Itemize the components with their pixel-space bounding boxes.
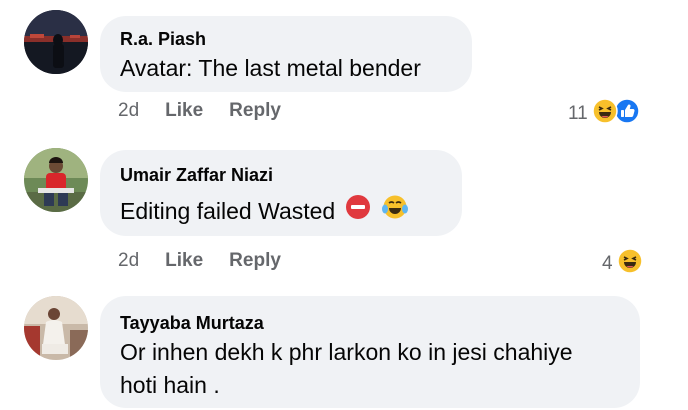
- comment-text: Avatar: The last metal bender: [120, 55, 421, 81]
- comment-author[interactable]: Tayyaba Murtaza: [120, 312, 620, 334]
- avatar[interactable]: [24, 296, 88, 360]
- haha-icon: [591, 98, 618, 130]
- haha-icon: [616, 248, 643, 280]
- comment-author[interactable]: Umair Zaffar Niazi: [120, 164, 442, 186]
- comment-author[interactable]: R.a. Piash: [120, 28, 452, 50]
- reply-button[interactable]: Reply: [229, 100, 281, 122]
- like-button[interactable]: Like: [165, 100, 203, 122]
- comment-timestamp[interactable]: 2d: [118, 100, 139, 122]
- reaction-summary[interactable]: 11: [568, 98, 640, 130]
- like-button[interactable]: Like: [165, 250, 203, 272]
- comment-timestamp[interactable]: 2d: [118, 250, 139, 272]
- laughing-tears-icon: [381, 194, 409, 229]
- comment-actions: 2d Like Reply: [118, 100, 307, 122]
- comment-bubble: R.a. Piash Avatar: The last metal bender: [100, 16, 472, 92]
- no-entry-icon: [345, 194, 371, 229]
- avatar[interactable]: [24, 148, 88, 212]
- comment-text-line: hoti hain .: [120, 372, 220, 398]
- reaction-count: 11: [568, 103, 588, 124]
- comment-bubble: Umair Zaffar Niazi Editing failed Wasted: [100, 150, 462, 236]
- avatar[interactable]: [24, 10, 88, 74]
- reaction-count: 4: [602, 253, 613, 274]
- comment-text-line: Or inhen dekh k phr larkon ko in jesi ch…: [120, 339, 573, 365]
- comment-bubble: Tayyaba Murtaza Or inhen dekh k phr lark…: [100, 296, 640, 408]
- comment-actions: 2d Like Reply: [118, 250, 307, 272]
- reaction-summary[interactable]: 4: [602, 248, 643, 280]
- comment-text-content: Editing failed Wasted: [120, 198, 336, 224]
- comment-text: Editing failed Wasted: [120, 194, 442, 229]
- comment-text: Or inhen dekh k phr larkon ko in jesi ch…: [120, 336, 620, 402]
- reply-button[interactable]: Reply: [229, 250, 281, 272]
